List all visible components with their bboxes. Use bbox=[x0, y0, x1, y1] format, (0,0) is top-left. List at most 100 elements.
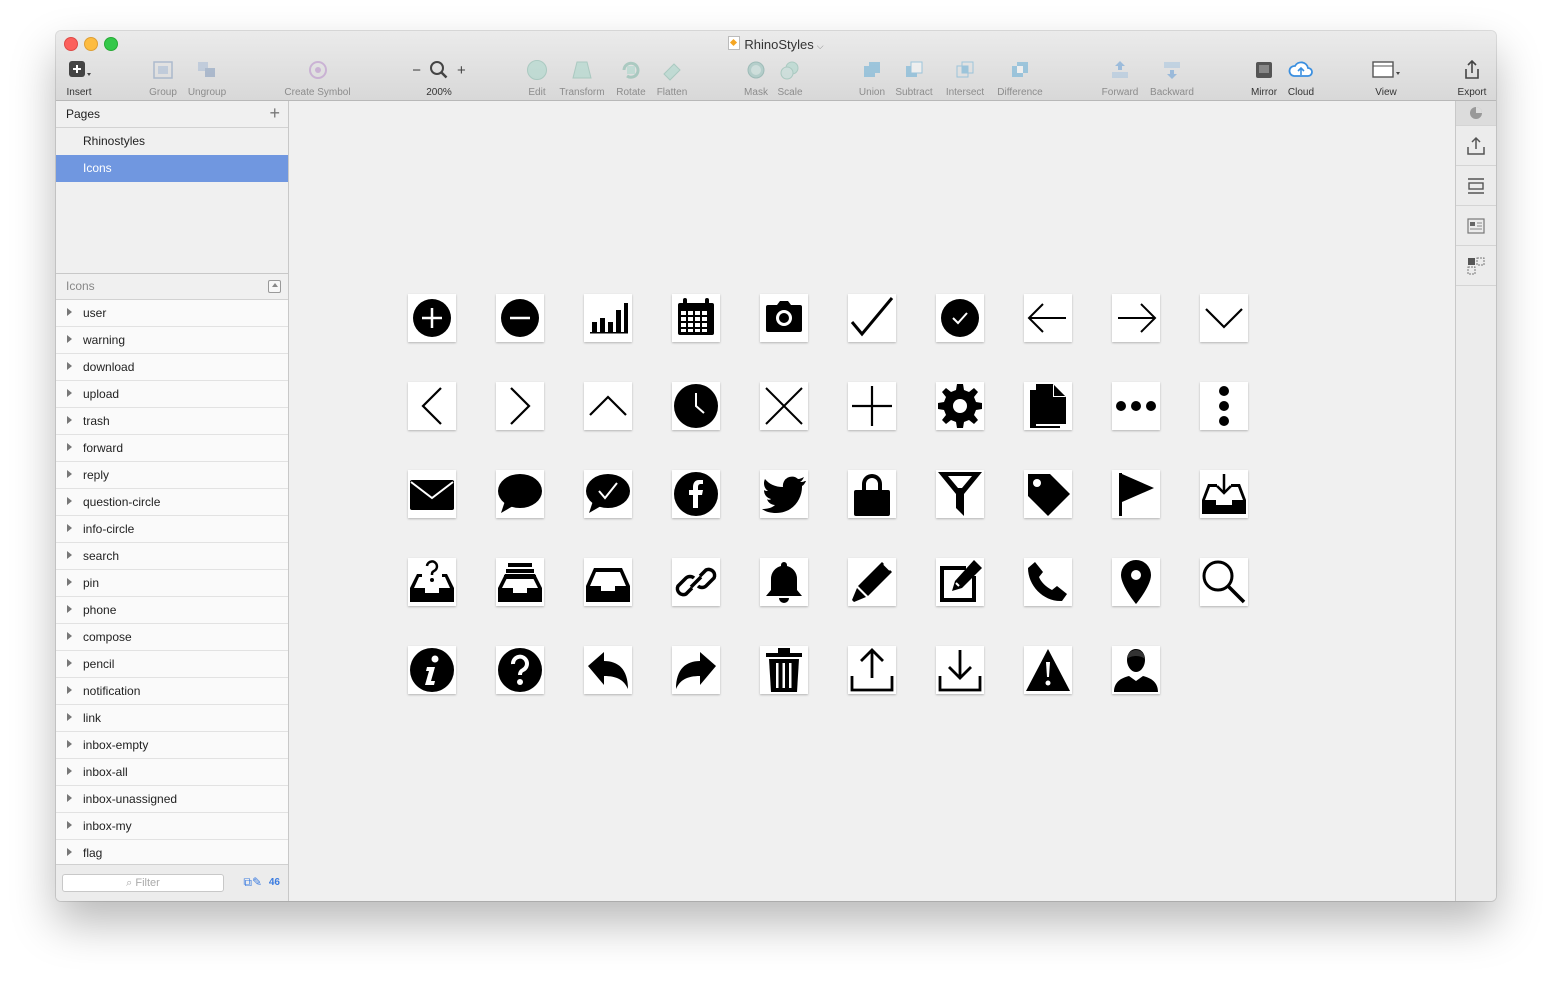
artboard-user[interactable] bbox=[1112, 646, 1160, 694]
artboard-arrow-left[interactable] bbox=[1024, 294, 1072, 342]
ungroup-button[interactable]: Ungroup bbox=[184, 57, 230, 98]
disclosure-triangle-icon[interactable] bbox=[67, 416, 72, 424]
layer-item-trash[interactable]: trash bbox=[56, 408, 288, 435]
artboard-chevron-up[interactable] bbox=[584, 382, 632, 430]
artboard-trash[interactable] bbox=[760, 646, 808, 694]
disclosure-triangle-icon[interactable] bbox=[67, 740, 72, 748]
layer-item-notification[interactable]: notification bbox=[56, 678, 288, 705]
canvas[interactable] bbox=[289, 101, 1455, 901]
artboard-twitter[interactable] bbox=[760, 470, 808, 518]
layer-item-download[interactable]: download bbox=[56, 354, 288, 381]
filter-input[interactable]: ⌕ Filter bbox=[62, 874, 224, 892]
artboard-mail[interactable] bbox=[408, 470, 456, 518]
forward-button[interactable]: Forward bbox=[1098, 57, 1142, 98]
disclosure-triangle-icon[interactable] bbox=[67, 578, 72, 586]
disclosure-triangle-icon[interactable] bbox=[67, 524, 72, 532]
layer-item-inbox-my[interactable]: inbox-my bbox=[56, 813, 288, 840]
page-item-rhinostyles[interactable]: Rhinostyles bbox=[56, 128, 288, 155]
disclosure-triangle-icon[interactable] bbox=[67, 335, 72, 343]
artboard-clock[interactable] bbox=[672, 382, 720, 430]
union-button[interactable]: Union bbox=[854, 57, 890, 98]
artboard-phone[interactable] bbox=[1024, 558, 1072, 606]
artboard-close[interactable] bbox=[760, 382, 808, 430]
layer-item-pencil[interactable]: pencil bbox=[56, 651, 288, 678]
collapse-layers-button[interactable] bbox=[268, 280, 281, 293]
disclosure-triangle-icon[interactable] bbox=[67, 794, 72, 802]
artboard-gear[interactable] bbox=[936, 382, 984, 430]
group-button[interactable]: Group bbox=[144, 57, 182, 98]
inspector-style-button[interactable] bbox=[1456, 101, 1496, 126]
layer-item-question-circle[interactable]: question-circle bbox=[56, 489, 288, 516]
inspector-layout-button[interactable] bbox=[1456, 206, 1496, 246]
layer-item-inbox-empty[interactable]: inbox-empty bbox=[56, 732, 288, 759]
zoom-in-button[interactable]: + bbox=[457, 62, 466, 79]
artboard-warning[interactable] bbox=[1024, 646, 1072, 694]
layer-item-search[interactable]: search bbox=[56, 543, 288, 570]
layer-item-warning[interactable]: warning bbox=[56, 327, 288, 354]
disclosure-triangle-icon[interactable] bbox=[67, 605, 72, 613]
disclosure-triangle-icon[interactable] bbox=[67, 713, 72, 721]
layer-item-user[interactable]: user bbox=[56, 300, 288, 327]
zoom-out-button[interactable]: − bbox=[412, 62, 421, 79]
artboard-more-vertical[interactable] bbox=[1200, 382, 1248, 430]
artboard-filter[interactable] bbox=[936, 470, 984, 518]
artboard-chevron-right[interactable] bbox=[496, 382, 544, 430]
artboard-download[interactable] bbox=[936, 646, 984, 694]
artboard-inbox-all[interactable] bbox=[496, 558, 544, 606]
disclosure-triangle-icon[interactable] bbox=[67, 686, 72, 694]
disclosure-triangle-icon[interactable] bbox=[67, 767, 72, 775]
artboard-more-horizontal[interactable] bbox=[1112, 382, 1160, 430]
artboard-upload[interactable] bbox=[848, 646, 896, 694]
artboard-camera[interactable] bbox=[760, 294, 808, 342]
artboard-inbox-download[interactable] bbox=[1200, 470, 1248, 518]
scale-button[interactable]: Scale bbox=[774, 57, 806, 98]
layer-item-phone[interactable]: phone bbox=[56, 597, 288, 624]
rotate-button[interactable]: Rotate bbox=[612, 57, 650, 98]
layer-item-pin[interactable]: pin bbox=[56, 570, 288, 597]
artboard-chevron-down[interactable] bbox=[1200, 294, 1248, 342]
disclosure-triangle-icon[interactable] bbox=[67, 308, 72, 316]
zoom-magnifier-icon[interactable] bbox=[429, 60, 449, 80]
layer-item-reply[interactable]: reply bbox=[56, 462, 288, 489]
disclosure-triangle-icon[interactable] bbox=[67, 551, 72, 559]
disclosure-triangle-icon[interactable] bbox=[67, 362, 72, 370]
artboard-pencil[interactable] bbox=[848, 558, 896, 606]
edit-button[interactable]: Edit bbox=[522, 57, 552, 98]
disclosure-triangle-icon[interactable] bbox=[67, 497, 72, 505]
artboard-info-circle[interactable] bbox=[408, 646, 456, 694]
layer-item-inbox-unassigned[interactable]: inbox-unassigned bbox=[56, 786, 288, 813]
symbols-filter-icon[interactable]: ⧉✎ bbox=[243, 875, 262, 890]
add-page-button[interactable]: + bbox=[269, 101, 280, 125]
artboard-question-circle[interactable] bbox=[496, 646, 544, 694]
inspector-export-button[interactable] bbox=[1456, 126, 1496, 166]
disclosure-triangle-icon[interactable] bbox=[67, 659, 72, 667]
cloud-button[interactable]: Cloud bbox=[1284, 57, 1318, 98]
artboard-chat-bubble[interactable] bbox=[496, 470, 544, 518]
artboard-chevron-left[interactable] bbox=[408, 382, 456, 430]
view-button[interactable]: View bbox=[1366, 57, 1406, 98]
disclosure-triangle-icon[interactable] bbox=[67, 443, 72, 451]
inspector-resizing-button[interactable] bbox=[1456, 246, 1496, 286]
artboard-check-circle[interactable] bbox=[936, 294, 984, 342]
artboard-reply[interactable] bbox=[584, 646, 632, 694]
artboard-plus-circle[interactable] bbox=[408, 294, 456, 342]
artboard-forward[interactable] bbox=[672, 646, 720, 694]
create-symbol-button[interactable]: Create Symbol bbox=[280, 57, 355, 98]
artboard-lock[interactable] bbox=[848, 470, 896, 518]
layer-item-flag[interactable]: flag bbox=[56, 840, 288, 867]
intersect-button[interactable]: Intersect bbox=[942, 57, 988, 98]
artboard-inbox-unassigned[interactable] bbox=[408, 558, 456, 606]
layer-item-info-circle[interactable]: info-circle bbox=[56, 516, 288, 543]
artboard-bar-chart[interactable] bbox=[584, 294, 632, 342]
artboard-minus-circle[interactable] bbox=[496, 294, 544, 342]
disclosure-triangle-icon[interactable] bbox=[67, 470, 72, 478]
export-button[interactable]: Export bbox=[1454, 57, 1490, 98]
artboard-arrow-right[interactable] bbox=[1112, 294, 1160, 342]
layer-item-upload[interactable]: upload bbox=[56, 381, 288, 408]
page-item-icons[interactable]: Icons bbox=[56, 155, 288, 182]
artboard-chat-check[interactable] bbox=[584, 470, 632, 518]
artboard-notification-bell[interactable] bbox=[760, 558, 808, 606]
artboard-flag[interactable] bbox=[1112, 470, 1160, 518]
artboard-search[interactable] bbox=[1200, 558, 1248, 606]
disclosure-triangle-icon[interactable] bbox=[67, 848, 72, 856]
